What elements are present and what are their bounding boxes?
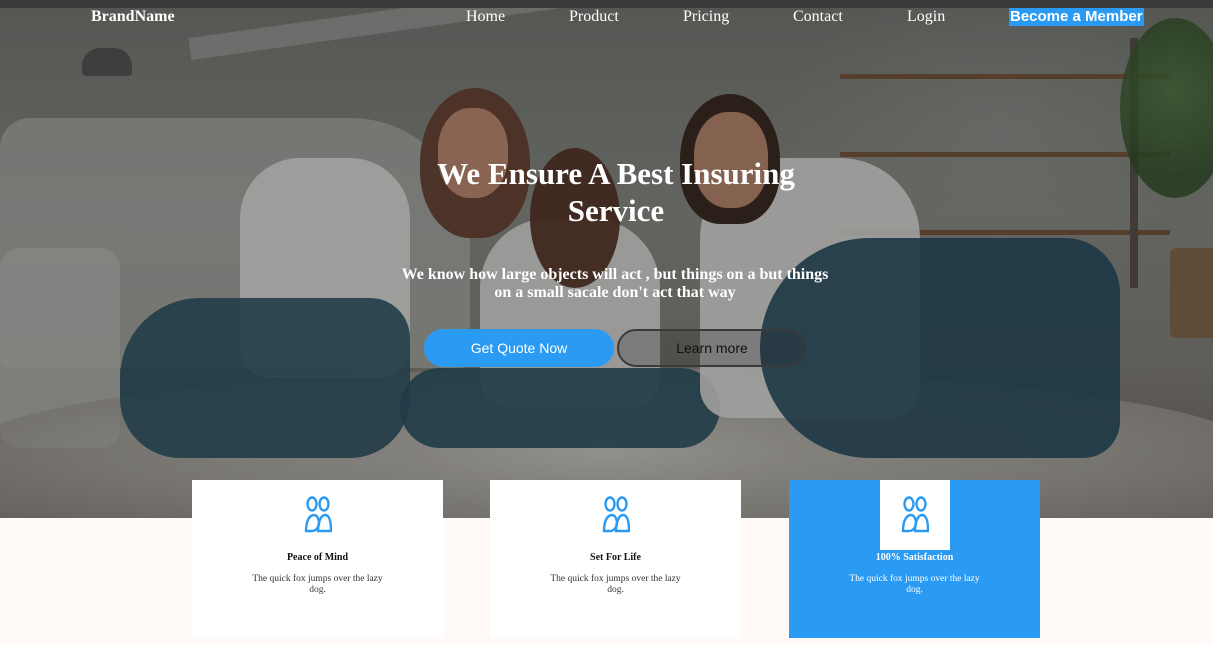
feature-text: The quick fox jumps over the lazy dog.: [252, 574, 383, 595]
nav-link-home[interactable]: Home: [466, 8, 505, 26]
brand-logo[interactable]: BrandName: [91, 8, 175, 26]
feature-icon-box: [283, 480, 353, 550]
feature-text: The quick fox jumps over the lazy dog.: [550, 574, 681, 595]
get-quote-button[interactable]: Get Quote Now: [424, 329, 614, 367]
users-icon: [901, 496, 929, 533]
nav-link-contact[interactable]: Contact: [793, 8, 843, 26]
feature-card-set-for-life: Set For Life The quick fox jumps over th…: [490, 480, 741, 638]
feature-card-satisfaction: 100% Satisfaction The quick fox jumps ov…: [789, 480, 1040, 638]
feature-icon-box: [581, 480, 651, 550]
top-navigation: BrandName Home Product Pricing Contact L…: [0, 0, 1213, 34]
feature-icon-box: [879, 480, 950, 550]
nav-link-login[interactable]: Login: [907, 8, 945, 26]
nav-link-product[interactable]: Product: [569, 8, 619, 26]
users-icon: [602, 496, 630, 533]
feature-title: 100% Satisfaction: [875, 552, 954, 563]
hero-title: We Ensure A Best Insuring Service: [437, 156, 795, 228]
become-member-button[interactable]: Become a Member: [1009, 8, 1144, 26]
nav-link-pricing[interactable]: Pricing: [683, 8, 729, 26]
hero-subtitle: We know how large objects will act , but…: [401, 266, 829, 301]
feature-title: Set For Life: [590, 552, 641, 563]
hero-section: [0, 8, 1213, 518]
feature-card-peace-of-mind: Peace of Mind The quick fox jumps over t…: [192, 480, 443, 638]
users-icon: [304, 496, 332, 533]
learn-more-button[interactable]: Learn more: [617, 329, 807, 367]
feature-text: The quick fox jumps over the lazy dog.: [849, 574, 980, 595]
feature-title: Peace of Mind: [286, 552, 349, 563]
hero-dark-overlay: [0, 8, 1213, 518]
